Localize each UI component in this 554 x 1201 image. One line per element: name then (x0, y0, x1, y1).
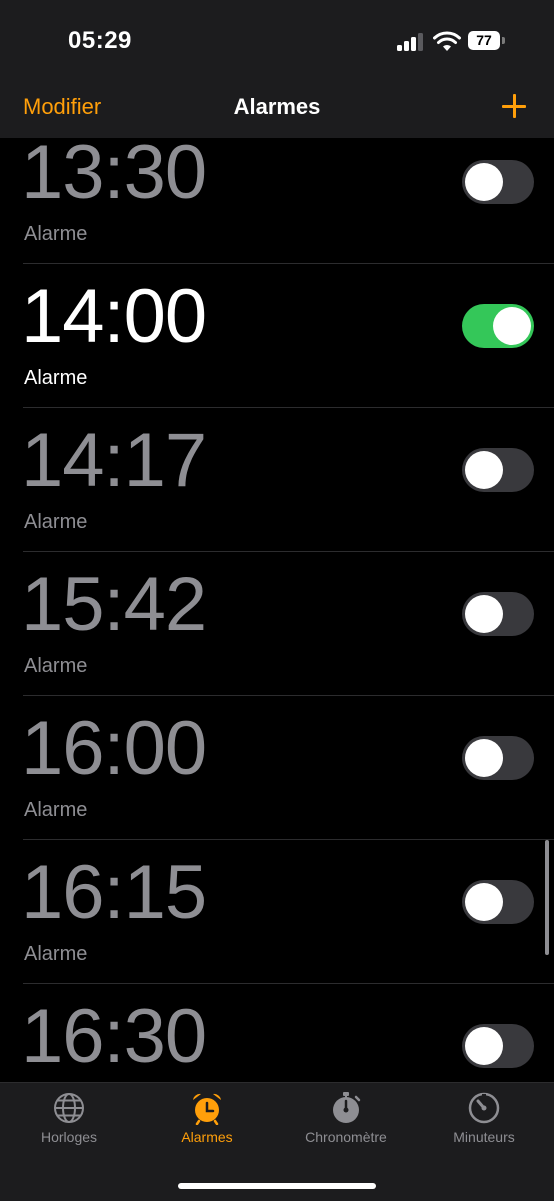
alarm-toggle[interactable] (462, 1024, 534, 1068)
add-alarm-button[interactable] (500, 92, 528, 120)
alarm-row[interactable]: 16:15 Alarme (0, 840, 554, 984)
tab-label: Minuteurs (453, 1129, 515, 1145)
alarm-time: 14:17 (21, 418, 207, 503)
alarm-time: 16:00 (21, 706, 207, 791)
alarm-row[interactable]: 16:30 (0, 984, 554, 1082)
status-time: 05:29 (68, 27, 132, 54)
alarm-time: 13:30 (21, 138, 207, 215)
alarm-row[interactable]: 13:30 Alarme (0, 138, 554, 264)
tab-label: Alarmes (181, 1129, 233, 1145)
toggle-knob (465, 883, 503, 921)
tab-alarmes[interactable]: Alarmes (138, 1091, 276, 1145)
alarm-toggle[interactable] (462, 880, 534, 924)
tab-label: Chronomètre (305, 1129, 387, 1145)
alarm-row[interactable]: 16:00 Alarme (0, 696, 554, 840)
toggle-knob (465, 451, 503, 489)
alarm-toggle[interactable] (462, 160, 534, 204)
alarm-toggle[interactable] (462, 592, 534, 636)
tab-horloges[interactable]: Horloges (0, 1091, 138, 1145)
alarm-clock-icon (193, 1093, 221, 1125)
status-bar: 05:29 77 (0, 0, 554, 84)
wifi-icon (433, 31, 461, 51)
battery-level: 77 (476, 32, 492, 48)
alarm-label: Alarme (24, 943, 88, 965)
stopwatch-icon (333, 1092, 361, 1123)
alarm-toggle[interactable] (462, 304, 534, 348)
alarm-time: 15:42 (21, 562, 207, 647)
toggle-knob (465, 1027, 503, 1065)
alarm-time: 14:00 (21, 274, 207, 359)
toggle-knob (465, 595, 503, 633)
edit-button[interactable]: Modifier (23, 94, 101, 120)
timer-icon (468, 1092, 500, 1124)
toggle-knob (493, 307, 531, 345)
tab-label: Horloges (40, 1129, 98, 1145)
alarm-row[interactable]: 14:00 Alarme (0, 264, 554, 408)
alarm-label: Alarme (24, 367, 88, 389)
tab-minuteurs[interactable]: Minuteurs (415, 1091, 553, 1145)
alarm-time: 16:15 (21, 850, 207, 935)
globe-icon (54, 1093, 84, 1123)
alarm-label: Alarme (24, 655, 88, 677)
alarm-time: 16:30 (21, 994, 207, 1079)
battery-icon: 77 (468, 31, 505, 52)
alarm-toggle[interactable] (462, 448, 534, 492)
tab-chronometre[interactable]: Chronomètre (277, 1091, 415, 1145)
home-indicator[interactable] (178, 1183, 376, 1189)
navigation-bar: Alarmes Modifier (0, 84, 554, 138)
scrollbar[interactable] (545, 840, 549, 955)
alarm-label: Alarme (24, 799, 88, 821)
alarm-toggle[interactable] (462, 736, 534, 780)
alarm-row[interactable]: 15:42 Alarme (0, 552, 554, 696)
cellular-signal-icon (397, 33, 425, 51)
alarm-row[interactable]: 14:17 Alarme (0, 408, 554, 552)
toggle-knob (465, 163, 503, 201)
toggle-knob (465, 739, 503, 777)
alarm-list[interactable]: 13:30 Alarme 14:00 Alarme 14:17 Alarme 1… (0, 138, 554, 1082)
alarm-label: Alarme (24, 511, 88, 533)
alarm-label: Alarme (24, 223, 88, 245)
